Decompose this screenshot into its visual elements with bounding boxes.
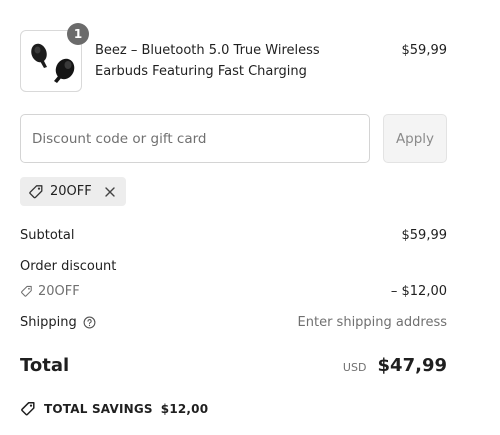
apply-button[interactable]: Apply <box>383 114 447 163</box>
shipping-label-group: Shipping <box>20 315 96 330</box>
shipping-label: Shipping <box>20 315 77 330</box>
order-discount-row: Order discount <box>20 259 447 274</box>
cart-line-item: 1 Beez – Bluetooth 5.0 True Wireless Ear… <box>20 23 448 92</box>
total-amount: $47,99 <box>377 355 447 376</box>
close-icon <box>105 186 115 197</box>
order-discount-label: Order discount <box>20 259 117 274</box>
total-savings-label: TOTAL SAVINGS <box>44 402 153 416</box>
shipping-value: Enter shipping address <box>297 315 447 330</box>
order-discount-detail-row: 20OFF – $12,00 <box>20 284 447 299</box>
total-savings: TOTAL SAVINGS $12,00 <box>20 401 208 417</box>
total-savings-amount: $12,00 <box>160 402 209 416</box>
tag-icon <box>21 402 35 416</box>
tag-icon <box>21 285 32 297</box>
product-name: Beez – Bluetooth 5.0 True Wireless Earbu… <box>95 43 320 79</box>
order-discount-code-text: 20OFF <box>38 284 80 299</box>
shipping-row: Shipping Enter shipping address <box>20 315 447 330</box>
quantity-badge: 1 <box>67 23 89 45</box>
subtotal-label: Subtotal <box>20 228 75 243</box>
subtotal-row: Subtotal $59,99 <box>20 228 447 243</box>
discount-form: Apply <box>20 114 447 163</box>
order-discount-code: 20OFF <box>20 284 80 299</box>
product-price: $59,99 <box>401 43 448 58</box>
discount-code-input[interactable] <box>20 114 370 163</box>
info-icon <box>83 316 96 329</box>
order-discount-value: – $12,00 <box>390 284 447 299</box>
total-label: Total <box>20 355 70 376</box>
applied-discount-code: 20OFF <box>50 184 92 199</box>
total-value-group: USD $47,99 <box>343 355 447 376</box>
shipping-info-button[interactable] <box>83 316 96 329</box>
tag-icon <box>29 184 43 198</box>
applied-discount-chip: 20OFF <box>20 177 126 206</box>
subtotal-value: $59,99 <box>401 228 448 243</box>
total-row: Total USD $47,99 <box>20 355 447 376</box>
total-currency: USD <box>342 361 367 374</box>
remove-discount-button[interactable] <box>104 186 116 198</box>
